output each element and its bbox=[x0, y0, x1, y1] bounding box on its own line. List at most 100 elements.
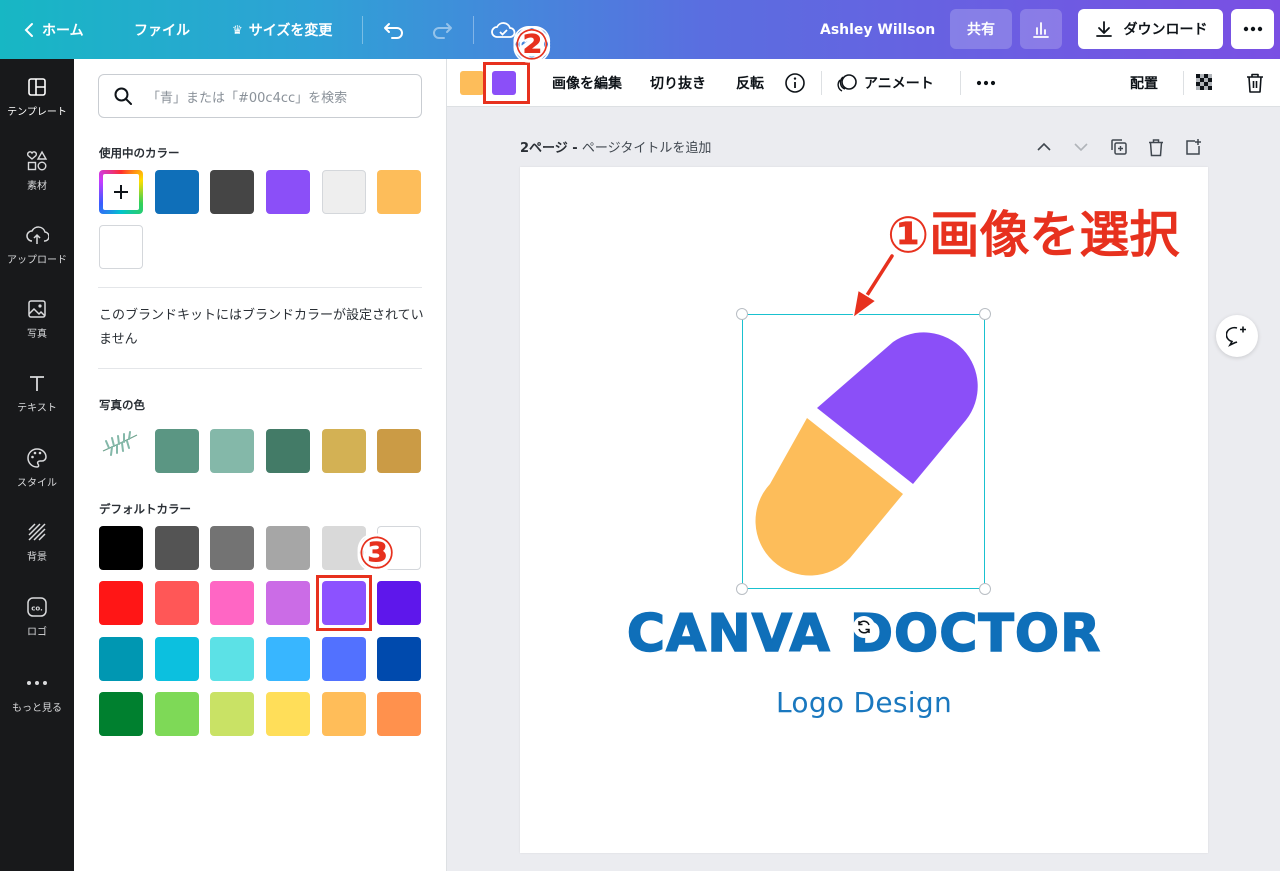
duplicate-icon bbox=[1111, 139, 1127, 155]
default-color-swatch[interactable] bbox=[266, 692, 310, 736]
sidebar-item-styles[interactable]: スタイル bbox=[0, 446, 74, 508]
in-use-swatch[interactable] bbox=[266, 170, 310, 214]
animate-button[interactable]: アニメート bbox=[836, 59, 934, 107]
page-down-button[interactable] bbox=[1070, 136, 1092, 158]
annotation-arrow bbox=[851, 252, 896, 320]
insights-button[interactable] bbox=[1020, 9, 1062, 49]
resize-button[interactable]: ♛ サイズを変更 bbox=[232, 0, 332, 59]
photo-color-swatch[interactable] bbox=[210, 429, 254, 473]
default-color-swatch[interactable] bbox=[210, 692, 254, 736]
resize-handle[interactable] bbox=[979, 583, 991, 595]
cloud-check-icon bbox=[491, 21, 516, 38]
color-search-input[interactable]: 「青」または「#00c4cc」を検索 bbox=[98, 74, 422, 118]
sidebar-item-templates[interactable]: テンプレート bbox=[0, 75, 74, 137]
divider bbox=[960, 71, 961, 95]
default-color-swatch[interactable] bbox=[155, 692, 199, 736]
transparency-button[interactable] bbox=[1194, 59, 1216, 107]
palette-icon bbox=[25, 446, 49, 470]
cloud-save-status[interactable] bbox=[490, 0, 516, 59]
duplicate-page-button[interactable] bbox=[1108, 136, 1130, 158]
photo-thumbnail[interactable] bbox=[99, 425, 143, 473]
add-color-button[interactable] bbox=[99, 170, 143, 214]
add-comment-button[interactable] bbox=[1216, 315, 1258, 357]
photo-color-swatch[interactable] bbox=[155, 429, 199, 473]
in-use-swatch[interactable] bbox=[377, 170, 421, 214]
default-color-swatch[interactable] bbox=[266, 581, 310, 625]
sidebar-item-photos[interactable]: 写真 bbox=[0, 297, 74, 359]
default-color-swatch[interactable] bbox=[210, 637, 254, 681]
default-color-swatch[interactable] bbox=[377, 692, 421, 736]
crop-button[interactable]: 切り抜き bbox=[650, 59, 706, 107]
default-color-swatch[interactable] bbox=[266, 637, 310, 681]
user-name[interactable]: Ashley Willson bbox=[820, 0, 935, 59]
annotation-step-2: ② bbox=[514, 20, 550, 69]
default-color-swatch[interactable] bbox=[155, 526, 199, 570]
position-button[interactable]: 配置 bbox=[1130, 59, 1158, 107]
fill-color-orange[interactable] bbox=[460, 71, 484, 95]
default-color-swatch[interactable] bbox=[210, 526, 254, 570]
default-color-swatch[interactable] bbox=[99, 637, 143, 681]
delete-page-button[interactable] bbox=[1145, 136, 1167, 158]
sidebar-item-text[interactable]: テキスト bbox=[0, 371, 74, 433]
in-use-swatch[interactable] bbox=[155, 170, 199, 214]
leaf-icon bbox=[102, 431, 138, 456]
logo-subtitle-text[interactable]: Logo Design bbox=[520, 686, 1208, 719]
default-color-swatch[interactable] bbox=[210, 581, 254, 625]
sidebar-item-uploads[interactable]: アップロード bbox=[0, 223, 74, 285]
default-color-swatch[interactable] bbox=[99, 581, 143, 625]
resize-handle[interactable] bbox=[736, 308, 748, 320]
add-page-button[interactable] bbox=[1182, 136, 1204, 158]
default-color-swatch[interactable] bbox=[99, 526, 143, 570]
in-use-swatch[interactable] bbox=[322, 170, 366, 214]
background-icon bbox=[25, 520, 49, 544]
share-label: 共有 bbox=[967, 22, 995, 38]
sidebar-item-logo[interactable]: co. ロゴ bbox=[0, 595, 74, 657]
download-button[interactable]: ダウンロード bbox=[1078, 9, 1223, 49]
default-color-swatch[interactable] bbox=[322, 692, 366, 736]
redo-button[interactable] bbox=[430, 0, 454, 59]
flip-button[interactable]: 反転 bbox=[736, 59, 764, 107]
rotate-handle[interactable] bbox=[853, 616, 875, 638]
info-button[interactable] bbox=[784, 59, 806, 107]
annotation-step-3: ③ bbox=[358, 528, 396, 579]
photo-color-swatch[interactable] bbox=[377, 429, 421, 473]
page-header: 2ページ - ページタイトルを追加 bbox=[520, 137, 711, 156]
default-color-swatch[interactable] bbox=[377, 581, 421, 625]
home-link[interactable]: ホーム bbox=[22, 0, 84, 59]
divider bbox=[98, 368, 422, 369]
default-color-swatch[interactable] bbox=[99, 692, 143, 736]
default-colors-title: デフォルトカラー bbox=[99, 502, 191, 516]
sidebar-item-background[interactable]: 背景 bbox=[0, 520, 74, 582]
selection-box[interactable] bbox=[742, 314, 985, 589]
page-up-button[interactable] bbox=[1033, 136, 1055, 158]
undo-button[interactable] bbox=[382, 0, 406, 59]
resize-handle[interactable] bbox=[979, 308, 991, 320]
file-menu[interactable]: ファイル bbox=[134, 0, 190, 59]
in-use-swatch[interactable] bbox=[99, 225, 143, 269]
photo-color-swatch[interactable] bbox=[322, 429, 366, 473]
sidebar-label: 素材 bbox=[27, 181, 47, 192]
more-options-button[interactable] bbox=[1231, 9, 1274, 49]
photo-color-swatch[interactable] bbox=[266, 429, 310, 473]
default-color-swatch[interactable] bbox=[266, 526, 310, 570]
edit-image-button[interactable]: 画像を編集 bbox=[552, 59, 622, 107]
page-title-input[interactable]: ページタイトルを追加 bbox=[582, 141, 711, 156]
sidebar-item-more[interactable]: もっと見る bbox=[0, 671, 74, 733]
share-button[interactable]: 共有 bbox=[950, 9, 1012, 49]
color-panel: 「青」または「#00c4cc」を検索 使用中のカラー このブランドキットにはブラ… bbox=[74, 59, 447, 871]
trash-icon bbox=[1247, 73, 1263, 93]
default-color-swatch[interactable] bbox=[155, 637, 199, 681]
more-tools-button[interactable] bbox=[976, 59, 996, 107]
sidebar-label: スタイル bbox=[17, 478, 57, 489]
default-color-swatch[interactable] bbox=[155, 581, 199, 625]
top-bar: ホーム ファイル ♛ サイズを変更 Ashley Willson 共有 ダウンロ… bbox=[0, 0, 1280, 59]
sidebar-item-elements[interactable]: 素材 bbox=[0, 149, 74, 211]
in-use-swatch[interactable] bbox=[210, 170, 254, 214]
logo-icon: co. bbox=[25, 595, 49, 619]
text-icon bbox=[25, 371, 49, 395]
search-icon bbox=[114, 87, 132, 105]
resize-handle[interactable] bbox=[736, 583, 748, 595]
default-color-swatch[interactable] bbox=[377, 637, 421, 681]
default-color-swatch[interactable] bbox=[322, 637, 366, 681]
delete-button[interactable] bbox=[1245, 59, 1265, 107]
